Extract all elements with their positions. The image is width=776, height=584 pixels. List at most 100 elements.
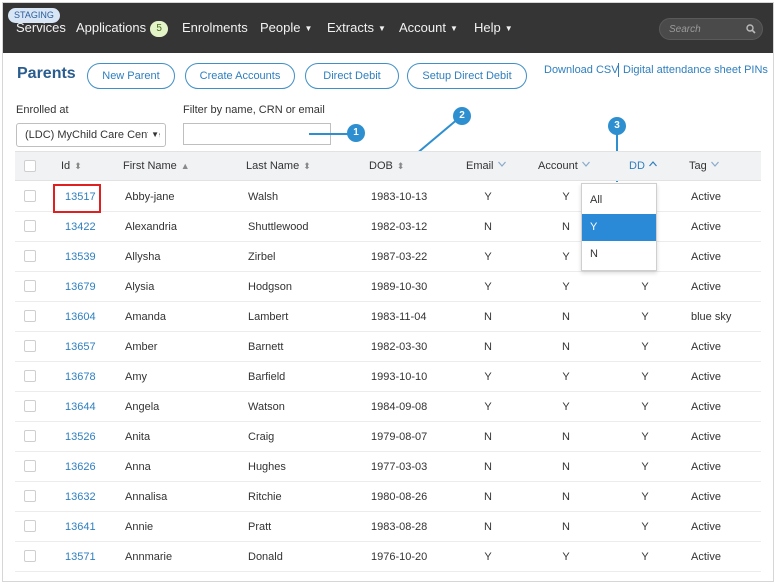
cell-last-name: Barfield xyxy=(248,371,286,383)
nav-applications[interactable]: Applications 5 xyxy=(76,20,169,37)
create-accounts-button[interactable]: Create Accounts xyxy=(185,63,295,89)
cell-account: N xyxy=(562,461,570,473)
nav-people[interactable]: People ▼ xyxy=(260,20,312,35)
cell-id[interactable]: 13641 xyxy=(65,521,96,533)
cell-first-name: Alysia xyxy=(125,281,155,293)
cell-id[interactable]: 13657 xyxy=(65,341,96,353)
setup-direct-debit-button[interactable]: Setup Direct Debit xyxy=(407,63,527,89)
col-account-header[interactable]: Account xyxy=(538,160,590,172)
row-checkbox[interactable] xyxy=(24,460,36,472)
cell-last-name: Watson xyxy=(248,401,285,413)
select-all-checkbox[interactable] xyxy=(24,160,36,172)
cell-id[interactable]: 13644 xyxy=(65,401,96,413)
row-checkbox[interactable] xyxy=(24,250,36,262)
callout-2-marker: 2 xyxy=(453,107,471,125)
cell-id[interactable]: 13632 xyxy=(65,491,96,503)
col-email-header[interactable]: Email xyxy=(466,160,506,172)
col-tag-header[interactable]: Tag xyxy=(689,160,719,172)
dd-option-n[interactable]: N xyxy=(582,241,656,268)
col-dd-header[interactable]: DD xyxy=(629,160,657,172)
cell-tag: Active xyxy=(691,251,721,263)
new-parent-button[interactable]: New Parent xyxy=(87,63,175,89)
cell-dob: 1979-08-07 xyxy=(371,431,428,443)
chevron-down-icon xyxy=(710,161,719,167)
search-icon[interactable] xyxy=(744,22,758,36)
table-row: 13626 Anna Hughes 1977-03-03 N N Y Active xyxy=(15,452,761,482)
cell-tag: Active xyxy=(691,191,721,203)
cell-account: Y xyxy=(562,401,570,413)
cell-last-name: Lambert xyxy=(248,311,289,323)
row-checkbox[interactable] xyxy=(24,550,36,562)
cell-email: N xyxy=(484,341,492,353)
callout-1-marker: 1 xyxy=(347,124,365,142)
dd-option-y[interactable]: Y xyxy=(582,214,656,241)
row-checkbox[interactable] xyxy=(24,430,36,442)
col-dd-label: DD xyxy=(629,160,645,172)
row-checkbox[interactable] xyxy=(24,490,36,502)
row-checkbox[interactable] xyxy=(24,220,36,232)
attendance-pins-link[interactable]: Digital attendance sheet PINs xyxy=(623,64,768,76)
cell-dob: 1987-03-22 xyxy=(371,251,428,263)
row-checkbox[interactable] xyxy=(24,280,36,292)
cell-dd: Y xyxy=(641,401,649,413)
caret-down-icon: ▼ xyxy=(504,24,513,33)
cell-id[interactable]: 13626 xyxy=(65,461,96,473)
cell-email: N xyxy=(484,521,492,533)
col-last-name-header[interactable]: Last Name ⬍ xyxy=(246,160,311,172)
cell-id[interactable]: 13571 xyxy=(65,551,96,563)
row-checkbox[interactable] xyxy=(24,340,36,352)
nav-account[interactable]: Account ▼ xyxy=(399,20,458,35)
chevron-down-icon xyxy=(581,161,590,167)
nav-help[interactable]: Help ▼ xyxy=(474,20,513,35)
table-row: 13641 Annie Pratt 1983-08-28 N N Y Active xyxy=(15,512,761,542)
cell-id[interactable]: 13678 xyxy=(65,371,96,383)
cell-id[interactable]: 13679 xyxy=(65,281,96,293)
cell-first-name: Annalisa xyxy=(125,491,168,503)
cell-email: N xyxy=(484,311,492,323)
cell-first-name: Annie xyxy=(125,521,154,533)
cell-email: N xyxy=(484,431,492,443)
row-checkbox[interactable] xyxy=(24,370,36,382)
cell-account: Y xyxy=(562,191,570,203)
callout-1-line xyxy=(309,133,349,135)
callout-3-marker: 3 xyxy=(608,117,626,135)
cell-id[interactable]: 13422 xyxy=(65,221,96,233)
cell-dob: 1977-03-03 xyxy=(371,461,428,473)
highlight-box xyxy=(53,184,101,213)
caret-down-icon: ▼ xyxy=(377,24,386,33)
search-input[interactable] xyxy=(669,21,741,37)
table-row: 13604 Amanda Lambert 1983-11-04 N N Yblue sky xyxy=(15,302,761,332)
col-account-label: Account xyxy=(538,160,578,172)
enrolled-at-select[interactable]: (LDC) MyChild Care Centre ▼ xyxy=(16,123,166,147)
download-csv-link[interactable]: Download CSV xyxy=(544,64,619,76)
nav-applications-label: Applications xyxy=(76,20,147,35)
col-id-header[interactable]: Id ⬍ xyxy=(61,160,82,172)
nav-extracts[interactable]: Extracts ▼ xyxy=(327,20,386,35)
col-first-name-label: First Name xyxy=(123,160,177,172)
row-checkbox[interactable] xyxy=(24,400,36,412)
col-dob-header[interactable]: DOB ⬍ xyxy=(369,160,404,172)
row-checkbox[interactable] xyxy=(24,310,36,322)
cell-last-name: Ritchie xyxy=(248,491,282,503)
cell-first-name: Annmarie xyxy=(125,551,173,563)
cell-dob: 1980-08-26 xyxy=(371,491,428,503)
table-row: 13644 Angela Watson 1984-09-08 Y Y Y Active xyxy=(15,392,761,422)
dd-option-all[interactable]: All xyxy=(582,187,656,214)
row-checkbox[interactable] xyxy=(24,190,36,202)
col-first-name-header[interactable]: First Name ▲ xyxy=(123,160,190,172)
enrolled-at-label: Enrolled at xyxy=(16,104,69,116)
cell-id[interactable]: 13604 xyxy=(65,311,96,323)
nav-enrolments[interactable]: Enrolments xyxy=(182,20,248,35)
chevron-up-icon xyxy=(648,161,657,167)
cell-tag: Active xyxy=(691,221,721,233)
cell-tag: Active xyxy=(691,491,721,503)
cell-account: N xyxy=(562,221,570,233)
sort-icon: ⬍ xyxy=(396,161,405,171)
cell-id[interactable]: 13539 xyxy=(65,251,96,263)
nav-services[interactable]: Services xyxy=(16,20,66,35)
table-row: 13679 Alysia Hodgson 1989-10-30 Y Y Y Active xyxy=(15,272,761,302)
row-checkbox[interactable] xyxy=(24,520,36,532)
cell-id[interactable]: 13526 xyxy=(65,431,96,443)
direct-debit-button[interactable]: Direct Debit xyxy=(305,63,399,89)
cell-email: Y xyxy=(484,551,492,563)
